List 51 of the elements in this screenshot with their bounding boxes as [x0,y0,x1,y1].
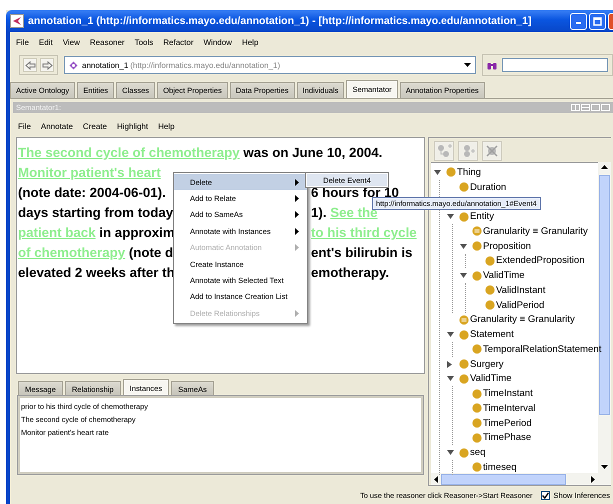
tree-item[interactable]: Granularity ≡ Granularity [483,226,588,237]
tree-item[interactable]: TimePhase [483,432,532,444]
annotated-text: Monitor patient's heart [18,165,161,180]
menu-item[interactable]: File [13,122,36,130]
annotated-text: of chemotherapy [18,245,126,260]
tree-item[interactable]: Surgery [470,358,504,370]
tree-item[interactable]: Entity [470,211,494,222]
tree-item[interactable]: Statement [470,329,514,340]
annotated-text: to his third cycle [311,225,417,240]
tree-item[interactable]: ExtendedProposition [496,255,585,266]
annotated-text: patient back [18,225,96,240]
document-text: days starting from today [18,205,174,220]
tree-item[interactable]: timeseq [483,462,517,473]
tree-item[interactable]: ValidTime [470,373,512,384]
tree-item[interactable]: ValidPeriod [496,300,544,311]
annotated-text: The second cycle of chemotherapy [18,145,240,160]
document-text: ent's bilirubin is [311,245,412,260]
menu-item[interactable]: View [58,38,85,46]
menu-item[interactable]: Create [78,122,112,130]
ontology-name: annotation_1 [82,60,128,70]
menu-item[interactable]: Refactor [158,38,198,46]
tree-item[interactable]: TemporalRelationStatement [483,344,602,355]
tree-item[interactable]: TimeInterval [483,402,536,414]
tree-item[interactable]: ValidTime [483,270,525,282]
menu-item[interactable]: Edit [34,38,58,46]
tree-item[interactable]: Proposition [483,240,531,252]
window-title: annotation_1 (http://informatics.mayo.edu/annotation_1) - [http://informatics.mayo.edu/annotation_1] [28,15,532,27]
tree-item[interactable]: TimePeriod [483,418,532,429]
document-text: in approxim [98,225,175,240]
document-text: 6 hours for 10 [311,185,399,200]
document-text: (note date: 2004-06-01). [18,185,166,200]
menu-item[interactable]: Highlight [112,122,154,130]
document-text: emotherapy. [311,265,390,280]
tree-item[interactable]: seq [470,447,486,458]
menu-item[interactable]: Annotate [36,122,78,130]
menu-item[interactable]: Help [153,122,180,130]
ontology-selector[interactable]: annotation_1 (http://informatics.mayo.edu/annotation_1) [64,56,476,74]
document-text: (note d [128,245,174,260]
ontology-iri: (http://informatics.mayo.edu/annotation_1) [130,60,280,70]
menu-item[interactable]: File [11,38,34,46]
menu-item[interactable]: Reasoner [84,38,130,46]
document-text: 1). [311,205,328,220]
tree-item[interactable]: Granularity ≡ Granularity [470,314,575,326]
menu-item[interactable]: Help [236,38,264,46]
tree-item[interactable]: Thing [457,166,481,178]
tree-item[interactable]: TimeInstant [483,388,533,400]
menu-item[interactable]: Window [198,38,237,46]
menu-item[interactable]: Tools [130,38,158,46]
tree-item[interactable]: Duration [470,182,506,193]
tree-item[interactable]: ValidInstant [496,284,546,296]
document-text: was on June 10, 2004. [242,145,382,160]
